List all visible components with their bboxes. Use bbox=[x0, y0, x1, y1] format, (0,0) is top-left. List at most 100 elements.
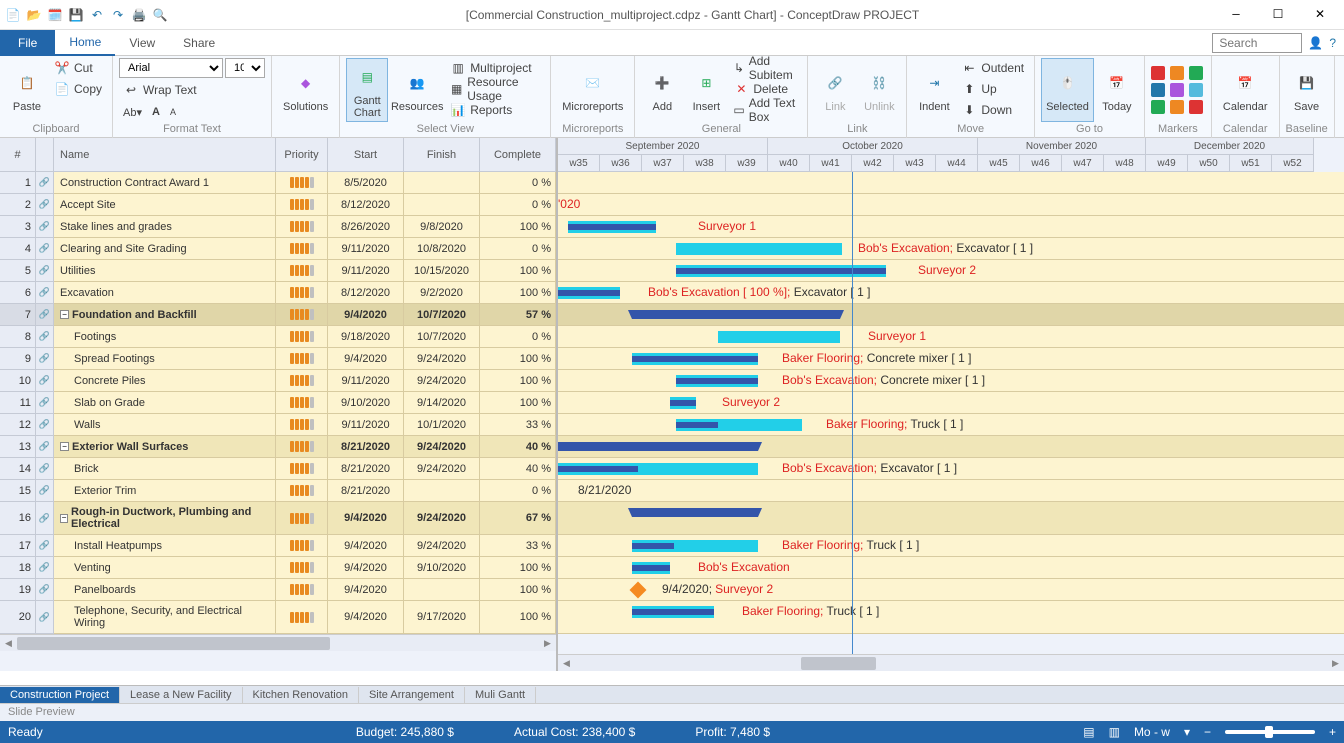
complete-cell[interactable]: 0 % bbox=[480, 194, 556, 216]
start-cell[interactable]: 9/11/2020 bbox=[328, 260, 404, 282]
status-mode[interactable]: Mo - w bbox=[1134, 725, 1170, 739]
summary-bar[interactable] bbox=[632, 508, 758, 517]
task-name-cell[interactable]: Footings bbox=[54, 326, 276, 348]
task-name-cell[interactable]: Stake lines and grades bbox=[54, 216, 276, 238]
task-name-cell[interactable]: Slab on Grade bbox=[54, 392, 276, 414]
priority-cell[interactable] bbox=[276, 282, 328, 304]
task-row[interactable]: 12🔗Walls9/11/202010/1/202033 % bbox=[0, 414, 556, 436]
complete-cell[interactable]: 40 % bbox=[480, 436, 556, 458]
gantt-row[interactable]: Surveyor 1 bbox=[558, 326, 1344, 348]
finish-cell[interactable]: 9/24/2020 bbox=[404, 348, 480, 370]
complete-cell[interactable]: 57 % bbox=[480, 304, 556, 326]
start-cell[interactable]: 9/4/2020 bbox=[328, 535, 404, 557]
maximize-button[interactable]: ☐ bbox=[1258, 1, 1298, 29]
task-row[interactable]: 15🔗Exterior Trim8/21/20200 % bbox=[0, 480, 556, 502]
task-name-cell[interactable]: Excavation bbox=[54, 282, 276, 304]
file-tab[interactable]: File bbox=[0, 30, 55, 56]
summary-bar[interactable] bbox=[632, 310, 840, 319]
add-textbox-button[interactable]: ▭Add Text Box bbox=[729, 100, 801, 120]
solutions-button[interactable]: ◆Solutions bbox=[278, 58, 333, 122]
zoom-slider[interactable] bbox=[1225, 730, 1315, 734]
gantt-row[interactable]: Bob's Excavation; Excavator [ 1 ] bbox=[558, 238, 1344, 260]
task-name-cell[interactable]: −Foundation and Backfill bbox=[54, 304, 276, 326]
task-row[interactable]: 3🔗Stake lines and grades8/26/20209/8/202… bbox=[0, 216, 556, 238]
resources-button[interactable]: 👥Resources bbox=[390, 58, 444, 122]
project-tab[interactable]: Site Arrangement bbox=[359, 687, 465, 703]
project-tab[interactable]: Lease a New Facility bbox=[120, 687, 243, 703]
start-cell[interactable]: 9/4/2020 bbox=[328, 502, 404, 535]
share-tab[interactable]: Share bbox=[169, 30, 229, 56]
qat-save-icon[interactable]: 💾 bbox=[67, 6, 85, 24]
finish-cell[interactable]: 9/24/2020 bbox=[404, 535, 480, 557]
gantt-row[interactable]: Bob's Excavation [ 100 %]; Excavator [ 1… bbox=[558, 282, 1344, 304]
finish-cell[interactable] bbox=[404, 480, 480, 502]
person-icon[interactable]: 👤 bbox=[1308, 36, 1323, 50]
start-cell[interactable]: 8/21/2020 bbox=[328, 480, 404, 502]
priority-cell[interactable] bbox=[276, 370, 328, 392]
grid-scroll-left[interactable]: ◀ bbox=[0, 635, 17, 651]
gantt-row[interactable] bbox=[558, 436, 1344, 458]
task-bar[interactable] bbox=[676, 243, 842, 255]
view-tab[interactable]: View bbox=[115, 30, 169, 56]
zoom-out-icon[interactable]: − bbox=[1204, 725, 1211, 739]
task-name-cell[interactable]: Concrete Piles bbox=[54, 370, 276, 392]
complete-cell[interactable]: 100 % bbox=[480, 392, 556, 414]
col-header-name[interactable]: Name bbox=[54, 138, 276, 172]
col-header-finish[interactable]: Finish bbox=[404, 138, 480, 172]
qat-redo-icon[interactable]: ↷ bbox=[109, 6, 127, 24]
goto-selected-button[interactable]: 🖱️Selected bbox=[1041, 58, 1094, 122]
gantt-row[interactable] bbox=[558, 172, 1344, 194]
gantt-row[interactable]: Surveyor 2 bbox=[558, 392, 1344, 414]
task-name-cell[interactable]: Exterior Trim bbox=[54, 480, 276, 502]
gantt-row[interactable]: 8/21/2020 bbox=[558, 480, 1344, 502]
project-tab[interactable]: Muli Gantt bbox=[465, 687, 536, 703]
priority-cell[interactable] bbox=[276, 557, 328, 579]
gantt-row[interactable] bbox=[558, 304, 1344, 326]
start-cell[interactable]: 8/21/2020 bbox=[328, 436, 404, 458]
complete-cell[interactable]: 100 % bbox=[480, 579, 556, 601]
gantt-chart-button[interactable]: ▤Gantt Chart bbox=[346, 58, 388, 122]
finish-cell[interactable] bbox=[404, 579, 480, 601]
add-subitem-button[interactable]: ↳Add Subitem bbox=[729, 58, 801, 78]
add-button[interactable]: ➕Add bbox=[641, 58, 683, 122]
qat-undo-icon[interactable]: ↶ bbox=[88, 6, 106, 24]
markers-grid[interactable] bbox=[1151, 66, 1205, 114]
complete-cell[interactable]: 100 % bbox=[480, 260, 556, 282]
finish-cell[interactable]: 10/1/2020 bbox=[404, 414, 480, 436]
goto-today-button[interactable]: 📅Today bbox=[1096, 58, 1138, 122]
priority-cell[interactable] bbox=[276, 326, 328, 348]
task-name-cell[interactable]: −Rough-in Ductwork, Plumbing and Electri… bbox=[54, 502, 276, 535]
cut-button[interactable]: ✂️Cut bbox=[50, 58, 106, 78]
priority-cell[interactable] bbox=[276, 436, 328, 458]
gantt-row[interactable]: Baker Flooring; Truck [ 1 ] bbox=[558, 414, 1344, 436]
reports-button[interactable]: 📊Reports bbox=[446, 100, 544, 120]
gantt-row[interactable]: Bob's Excavation; Concrete mixer [ 1 ] bbox=[558, 370, 1344, 392]
copy-button[interactable]: 📄Copy bbox=[50, 79, 106, 99]
font-shrink-button[interactable]: A bbox=[166, 102, 180, 122]
finish-cell[interactable]: 9/10/2020 bbox=[404, 557, 480, 579]
move-down-button[interactable]: ⬇Down bbox=[957, 100, 1028, 120]
finish-cell[interactable]: 9/8/2020 bbox=[404, 216, 480, 238]
finish-cell[interactable]: 9/17/2020 bbox=[404, 601, 480, 634]
complete-cell[interactable]: 100 % bbox=[480, 216, 556, 238]
qat-open-icon[interactable]: 📂 bbox=[25, 6, 43, 24]
gantt-row[interactable] bbox=[558, 502, 1344, 535]
finish-cell[interactable]: 9/24/2020 bbox=[404, 458, 480, 480]
task-name-cell[interactable]: Telephone, Security, and Electrical Wiri… bbox=[54, 601, 276, 634]
complete-cell[interactable]: 100 % bbox=[480, 601, 556, 634]
priority-cell[interactable] bbox=[276, 601, 328, 634]
start-cell[interactable]: 9/18/2020 bbox=[328, 326, 404, 348]
col-header-complete[interactable]: Complete bbox=[480, 138, 556, 172]
gantt-row[interactable]: Surveyor 2 bbox=[558, 260, 1344, 282]
help-icon[interactable]: ? bbox=[1329, 36, 1336, 50]
task-row[interactable]: 4🔗Clearing and Site Grading9/11/202010/8… bbox=[0, 238, 556, 260]
complete-cell[interactable]: 0 % bbox=[480, 238, 556, 260]
start-cell[interactable]: 9/10/2020 bbox=[328, 392, 404, 414]
qat-preview-icon[interactable]: 🔍 bbox=[151, 6, 169, 24]
chevron-down-icon[interactable]: ▾ bbox=[1184, 725, 1190, 739]
task-row[interactable]: 8🔗Footings9/18/202010/7/20200 % bbox=[0, 326, 556, 348]
paste-button[interactable]: 📋Paste bbox=[6, 58, 48, 122]
col-header-start[interactable]: Start bbox=[328, 138, 404, 172]
start-cell[interactable]: 9/11/2020 bbox=[328, 238, 404, 260]
priority-cell[interactable] bbox=[276, 502, 328, 535]
